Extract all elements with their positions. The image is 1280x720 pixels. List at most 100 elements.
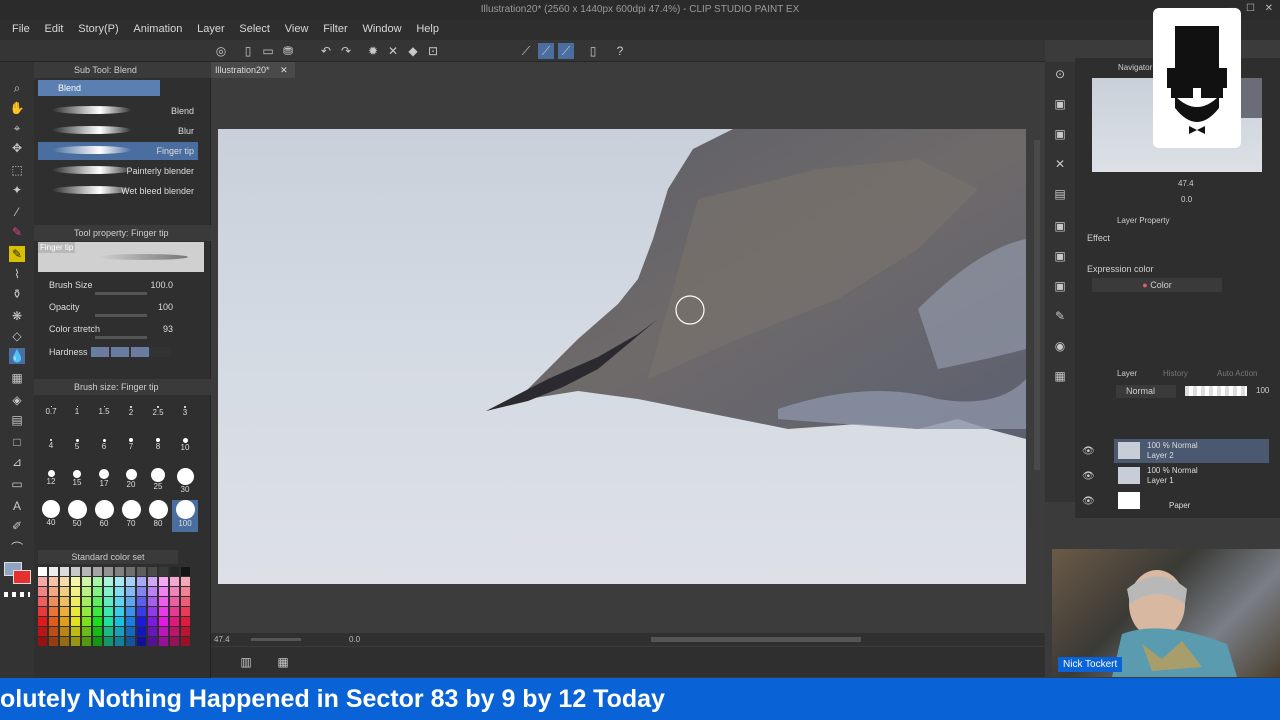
camera-icon[interactable]: ◉	[1052, 338, 1068, 354]
color-swatch[interactable]	[38, 567, 47, 576]
opacity-row[interactable]: Opacity 100	[49, 302, 199, 320]
subtool-painterly-blender[interactable]: Painterly blender	[38, 162, 198, 180]
close-tab-icon[interactable]: ✕	[280, 65, 288, 75]
color-swatch[interactable]	[115, 627, 124, 636]
save-icon[interactable]: ⛃	[280, 43, 296, 59]
operation-icon[interactable]: ⌖	[9, 120, 25, 136]
color-swatch[interactable]	[137, 577, 146, 586]
color-swatch[interactable]	[159, 627, 168, 636]
color-swatch[interactable]	[159, 597, 168, 606]
blend-mode-dropdown[interactable]: Normal	[1116, 385, 1176, 398]
document-tab[interactable]: Illustration20* ✕	[211, 62, 295, 78]
color-set-dropdown[interactable]: Standard color set	[38, 550, 178, 564]
color-swatch[interactable]	[159, 607, 168, 616]
color-swatch[interactable]	[148, 577, 157, 586]
image-icon[interactable]: ▤	[1052, 186, 1068, 202]
frame-icon[interactable]: □	[9, 434, 25, 450]
airbrush-icon[interactable]: ⚱	[9, 286, 25, 302]
color-swatch[interactable]	[71, 587, 80, 596]
zoom-slider[interactable]	[251, 638, 301, 641]
color-swatch[interactable]	[115, 597, 124, 606]
eye-icon[interactable]: 👁	[1082, 471, 1095, 482]
color-swatch[interactable]	[181, 627, 190, 636]
subtool-finger-tip[interactable]: Finger tip	[38, 142, 198, 160]
maximize-icon[interactable]: ☐	[1246, 3, 1255, 14]
ruler-icon[interactable]: ⊿	[9, 454, 25, 470]
color-swatch[interactable]	[82, 577, 91, 586]
layer-opacity-value[interactable]: 100	[1256, 386, 1269, 395]
color-swatch[interactable]	[104, 617, 113, 626]
size-7[interactable]: 7	[118, 435, 144, 467]
vertical-scrollbar[interactable]	[1034, 140, 1040, 470]
size-70[interactable]: 70	[118, 500, 144, 532]
color-swatch[interactable]	[148, 567, 157, 576]
color-swatch[interactable]	[170, 617, 179, 626]
color-swatch[interactable]	[49, 587, 58, 596]
color-swatch[interactable]	[38, 597, 47, 606]
color-swatch[interactable]	[159, 567, 168, 576]
transform-icon[interactable]: ⊡	[425, 43, 441, 59]
navigator-zoom[interactable]: 47.4	[1178, 179, 1194, 188]
size-17[interactable]: 17	[91, 468, 117, 500]
size-5[interactable]: 5	[64, 435, 90, 467]
tab-auto-action[interactable]: Auto Action	[1217, 369, 1257, 378]
color-swatch[interactable]	[49, 617, 58, 626]
color-swatch[interactable]	[104, 637, 113, 646]
size-30[interactable]: 30	[172, 468, 198, 500]
tab-history[interactable]: History	[1163, 369, 1188, 378]
figure-icon[interactable]: ▦	[9, 370, 25, 386]
size-1.5[interactable]: 1.5	[91, 402, 117, 434]
color-swatch[interactable]	[93, 577, 102, 586]
grid-icon[interactable]: ▦	[275, 654, 291, 670]
angle-value[interactable]: 0.0	[349, 635, 360, 644]
clear-icon[interactable]: ✕	[385, 43, 401, 59]
color-swatch[interactable]	[71, 627, 80, 636]
hardness-row[interactable]: Hardness	[49, 347, 199, 365]
color-swatch[interactable]	[60, 567, 69, 576]
layer-opacity-slider[interactable]	[1185, 386, 1247, 396]
color-swatch[interactable]	[82, 587, 91, 596]
color-swatch[interactable]	[181, 577, 190, 586]
color-swatch[interactable]	[126, 597, 135, 606]
color-swatch[interactable]	[159, 577, 168, 586]
search-icon[interactable]: ⊙	[1052, 66, 1068, 82]
color-swatch[interactable]	[104, 607, 113, 616]
size-6[interactable]: 6	[91, 435, 117, 467]
color-swatch[interactable]	[170, 637, 179, 646]
selection-icon[interactable]: ⬚	[9, 162, 25, 178]
snap-icon[interactable]: ⟋	[518, 43, 534, 59]
color-swatch[interactable]	[137, 597, 146, 606]
color-swatch[interactable]	[159, 617, 168, 626]
color-swatch[interactable]	[82, 607, 91, 616]
color-swatch[interactable]	[181, 637, 190, 646]
horizontal-scrollbar[interactable]	[651, 637, 861, 642]
color-swatch[interactable]	[181, 617, 190, 626]
color-swatch[interactable]	[181, 607, 190, 616]
size-2.5[interactable]: 2.5	[145, 402, 171, 434]
color-swatch[interactable]	[93, 607, 102, 616]
color-swatch[interactable]	[115, 577, 124, 586]
color-swatch[interactable]	[49, 597, 58, 606]
color-swatch[interactable]	[82, 627, 91, 636]
size-80[interactable]: 80	[145, 500, 171, 532]
color-swatch[interactable]	[71, 567, 80, 576]
help-icon[interactable]: ?	[612, 43, 628, 59]
color-swatch[interactable]	[148, 627, 157, 636]
fill-tool-icon[interactable]: ◈	[9, 392, 25, 408]
color-swatch[interactable]	[60, 617, 69, 626]
layer-search-icon[interactable]: ▣	[1052, 278, 1068, 294]
correct-line-icon[interactable]: ⌒	[9, 540, 25, 556]
color-swatch[interactable]	[93, 597, 102, 606]
color-swatch[interactable]	[181, 587, 190, 596]
zoom-value[interactable]: 47.4	[214, 635, 230, 644]
sub-color-swatch[interactable]	[13, 570, 31, 584]
color-swatch[interactable]	[49, 567, 58, 576]
transparent-color-swatch[interactable]	[4, 592, 30, 597]
color-swatch[interactable]	[104, 627, 113, 636]
auto-select-icon[interactable]: ✦	[9, 182, 25, 198]
color-swatch[interactable]	[126, 637, 135, 646]
color-swatch[interactable]	[93, 567, 102, 576]
brush-size-row[interactable]: Brush Size 100.0	[49, 280, 199, 298]
size-15[interactable]: 15	[64, 468, 90, 500]
color-swatch[interactable]	[126, 587, 135, 596]
